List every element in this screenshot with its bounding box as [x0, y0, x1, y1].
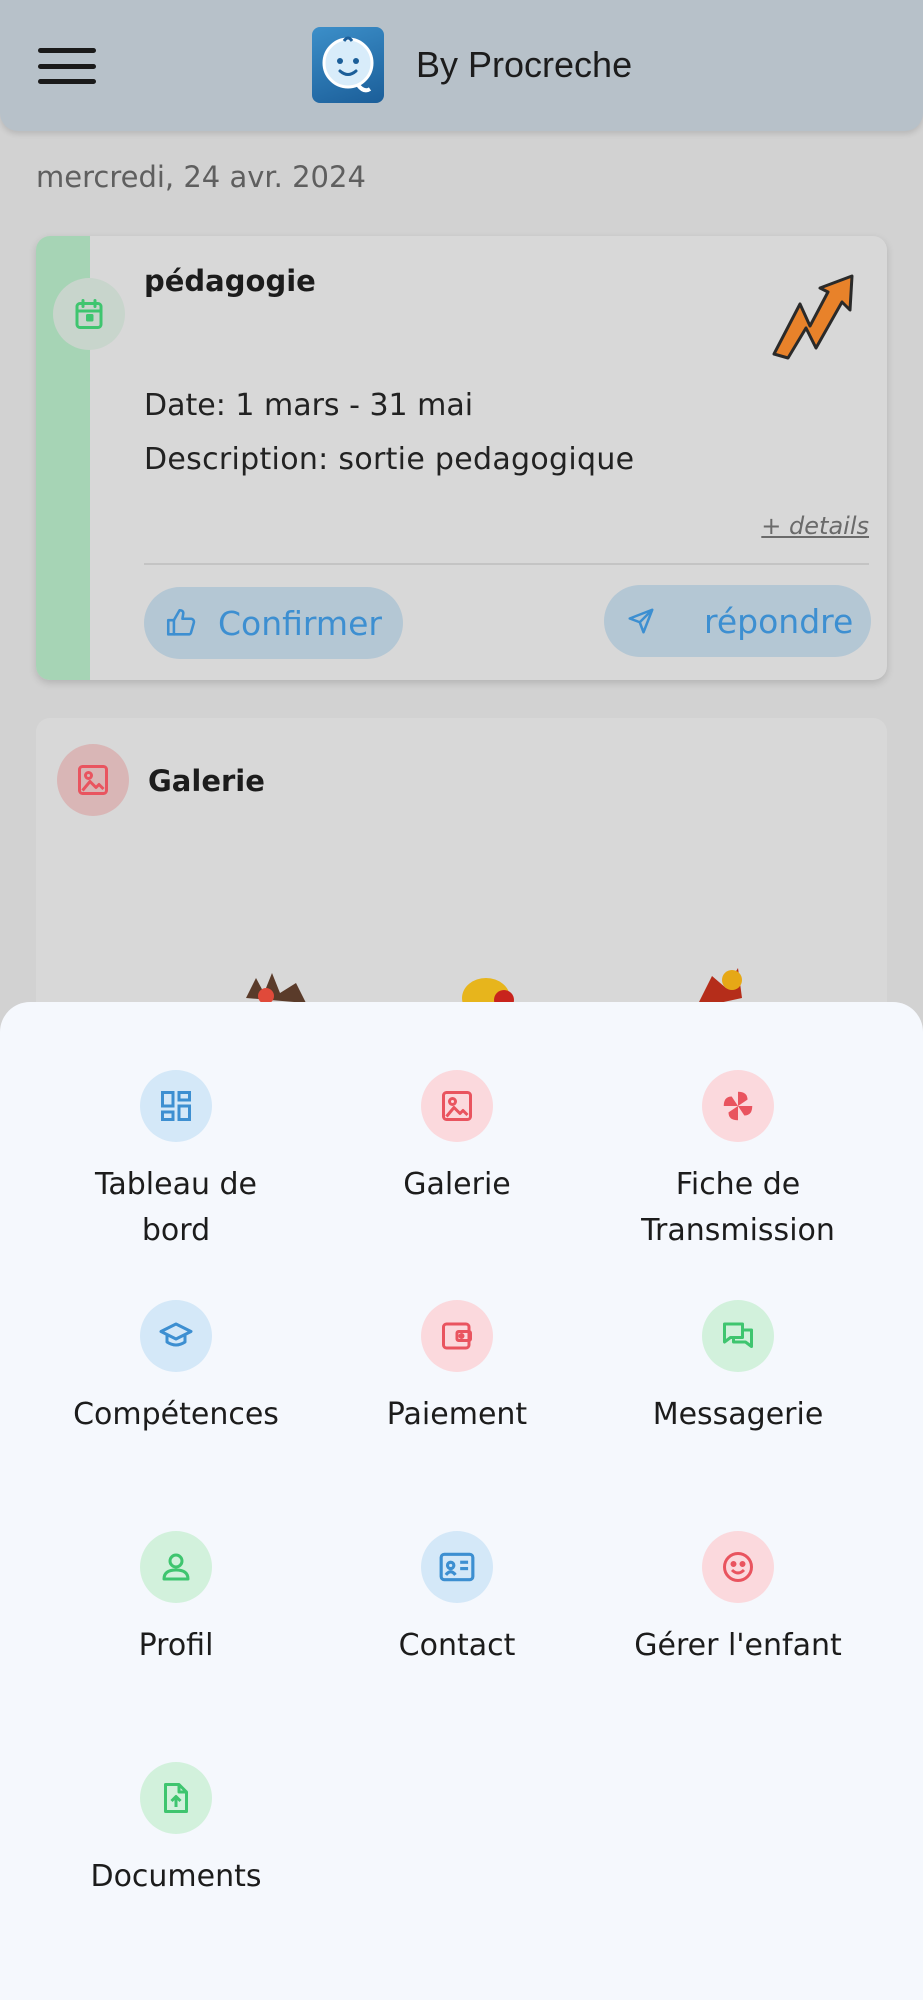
menu-label: Gérer l'enfant [634, 1628, 842, 1663]
divider [144, 563, 869, 565]
event-card: pédagogie Date: 1 mars - 31 mai Descript… [36, 236, 887, 680]
file-upload-icon [140, 1762, 212, 1834]
wallet-icon [421, 1300, 493, 1372]
menu-sheet: Tableau de bord Galerie Fiche de Transmi… [0, 1002, 923, 2000]
event-date: Date: 1 mars - 31 mai [144, 388, 474, 423]
menu-item-messages[interactable]: Messagerie [598, 1300, 878, 1438]
menu-label: Tableau de bord [94, 1167, 257, 1248]
menu-label: Profil [138, 1628, 214, 1663]
send-icon [628, 608, 654, 634]
menu-item-gallery[interactable]: Galerie [317, 1070, 597, 1208]
confirm-label: Confirmer [218, 603, 382, 643]
app-header: By Procreche [0, 0, 923, 131]
menu-label: Messagerie [652, 1397, 824, 1432]
menu-item-contact[interactable]: Contact [317, 1531, 597, 1669]
menu-label: Galerie [403, 1167, 511, 1202]
baby-face-logo [312, 27, 384, 103]
thumbs-up-icon [166, 608, 196, 636]
user-icon [140, 1531, 212, 1603]
graduation-cap-icon [140, 1300, 212, 1372]
menu-item-dashboard[interactable]: Tableau de bord [36, 1070, 316, 1254]
gallery-title: Galerie [148, 764, 265, 798]
dashboard-icon [140, 1070, 212, 1142]
contact-card-icon [421, 1531, 493, 1603]
menu-label: Contact [398, 1628, 516, 1663]
image-icon [421, 1070, 493, 1142]
reply-button[interactable]: répondre [604, 585, 871, 657]
menu-label: Paiement [386, 1397, 528, 1432]
menu-item-manage-child[interactable]: Gérer l'enfant [598, 1531, 878, 1669]
pinwheel-icon [702, 1070, 774, 1142]
menu-item-transmission[interactable]: Fiche de Transmission [598, 1070, 878, 1254]
calendar-icon [53, 278, 125, 350]
menu-label: Compétences [73, 1397, 279, 1432]
chat-icon [702, 1300, 774, 1372]
feed-date: mercredi, 24 avr. 2024 [36, 160, 366, 194]
event-description: Description: sortie pedagogique [144, 442, 635, 477]
menu-label: Documents [90, 1859, 262, 1894]
app-title: By Procreche [416, 44, 633, 85]
menu-label: Fiche de Transmission [641, 1167, 835, 1248]
zigzag-arrow-icon [772, 274, 854, 360]
reply-label: répondre [704, 601, 854, 641]
event-title: pédagogie [144, 264, 316, 298]
smiley-icon [702, 1531, 774, 1603]
menu-item-skills[interactable]: Compétences [36, 1300, 316, 1438]
image-icon [57, 744, 129, 816]
details-link[interactable]: + details [761, 512, 869, 540]
menu-item-documents[interactable]: Documents [36, 1762, 316, 1900]
menu-item-profile[interactable]: Profil [36, 1531, 316, 1669]
menu-item-payment[interactable]: Paiement [317, 1300, 597, 1438]
confirm-button[interactable]: Confirmer [144, 587, 403, 659]
hamburger-icon[interactable] [38, 48, 96, 84]
